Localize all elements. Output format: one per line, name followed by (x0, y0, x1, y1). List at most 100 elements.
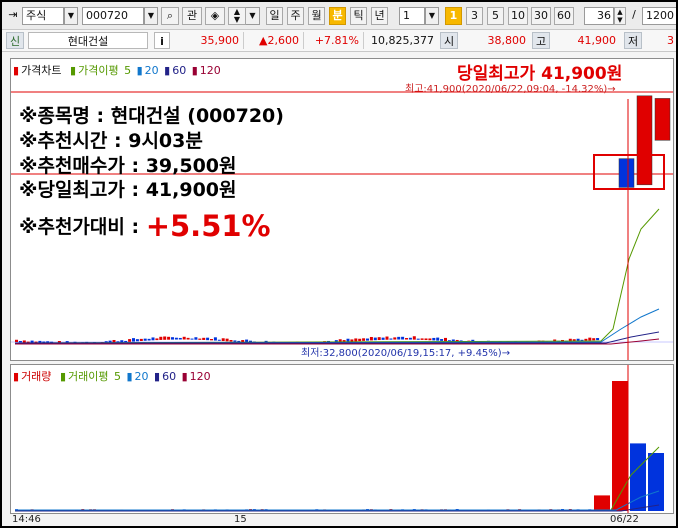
candle-small (588, 337, 592, 341)
period-year-button[interactable]: 년 (371, 7, 388, 25)
price-change: ▲2,600 (246, 32, 304, 49)
slash-text: / (632, 8, 636, 21)
legend-vol-ma60: 60 (162, 370, 177, 383)
candle-small (444, 337, 447, 342)
info-day-high: ※당일최고가 : 41,900원 (19, 179, 237, 201)
volume-bar-recent (594, 495, 610, 511)
legend-ma20: 20 (144, 64, 159, 77)
candle-small (159, 336, 163, 340)
volume-chart-pane[interactable]: ▮ 거래량 ▮ 거래이평 5 ▮ 20 ▮ 60 ▮ 120 (10, 364, 674, 514)
info-icon[interactable]: i (154, 32, 170, 49)
code-input[interactable]: 000720 (82, 7, 144, 25)
candle-small (151, 337, 155, 341)
xaxis-label: 06/22 (610, 514, 639, 525)
period-tick-button[interactable]: 틱 (350, 7, 367, 25)
candle-small (171, 337, 174, 340)
legend-marker-icon: ▮ (136, 64, 143, 77)
chevron-down-icon[interactable]: ▼ (144, 7, 158, 25)
legend-vol-ma5: 5 (113, 370, 121, 383)
chevron-down-icon[interactable]: ▼ (246, 7, 260, 25)
legend-price-label: 가격차트 (21, 64, 62, 77)
volume-value: 10,825,377 (371, 34, 434, 47)
chevron-down-icon[interactable]: ▼ (425, 7, 439, 25)
period-day-button[interactable]: 일 (266, 7, 283, 25)
count-input[interactable]: 36 (584, 7, 614, 25)
candle-small (155, 338, 159, 341)
change-percent: +7.81% (306, 32, 364, 49)
period-minute-button[interactable]: 분 (329, 7, 346, 25)
chart-window: ⇥ 주식 ▼ 000720 ▼ ⌕ 관 ◈ ▲ ▼ ▼ 일 주 월 분 틱 년 1… (2, 2, 676, 526)
period-week-button[interactable]: 주 (287, 7, 304, 25)
candle-small (198, 338, 202, 340)
high-label: 고 (532, 32, 550, 49)
open-label: 시 (440, 32, 458, 49)
candle-small (182, 336, 186, 340)
min-price-annotation: 최저:32,800(2020/06/19,15:17, +9.45%)→ (301, 348, 511, 359)
panel-toggle-icon[interactable]: ⇥ (6, 7, 20, 25)
ma20-line (14, 308, 660, 344)
xaxis-label: 14:46 (12, 514, 41, 525)
legend-marker-icon: ▮ (191, 64, 198, 77)
info-stock-name: ※종목명 : 현대건설 (000720) (19, 105, 284, 127)
candle-small (210, 339, 213, 341)
vol-ma5-line (15, 446, 660, 511)
candle-small (420, 338, 424, 340)
candle-small (412, 336, 416, 340)
candle-small (217, 339, 221, 341)
interval-5-button[interactable]: 5 (487, 7, 504, 25)
interval-input[interactable]: 1 (399, 7, 425, 25)
candle-small (167, 336, 171, 340)
xaxis-label: 15 (234, 514, 247, 525)
candle-small (373, 337, 377, 341)
quote-bar: 신 현대건설 i 35,900 ▲2,600 +7.81% 10,825,377… (2, 30, 676, 52)
price-chart-pane[interactable]: ▮ 가격차트 ▮ 가격이평 5 ▮ 20 ▮ 60 ▮ 120 당일최고가 41,900원… (10, 58, 674, 361)
time-axis: 14:46 15 06/22 (10, 514, 674, 526)
volume-legend: ▮ 거래량 ▮ 거래이평 5 ▮ 20 ▮ 60 ▮ 120 (13, 368, 213, 384)
candle-small (592, 338, 596, 341)
candle-small (124, 340, 128, 343)
total-input[interactable]: 1200 (642, 7, 676, 25)
search-icon[interactable]: ⌕ (161, 7, 179, 25)
interval-3-button[interactable]: 3 (466, 7, 483, 25)
legend-marker-icon: ▮ (13, 370, 20, 383)
interval-60-button[interactable]: 60 (554, 7, 574, 25)
candle-small (18, 340, 22, 343)
legend-marker-icon: ▮ (70, 64, 77, 77)
candle-small (233, 340, 237, 342)
legend-ma5: 5 (124, 64, 132, 77)
candle-small (428, 338, 432, 341)
market-select[interactable]: 주식 (22, 7, 64, 25)
legend-marker-icon: ▮ (154, 370, 161, 383)
open-value: 38,800 (487, 34, 527, 47)
gwan-button[interactable]: 관 (182, 7, 202, 25)
price-legend: ▮ 가격차트 ▮ 가격이평 5 ▮ 20 ▮ 60 ▮ 120 (13, 62, 223, 78)
candle-recent (636, 95, 653, 186)
candle-small (358, 338, 362, 342)
candle-small (366, 338, 369, 341)
legend-marker-icon: ▮ (59, 370, 66, 383)
interval-30-button[interactable]: 30 (531, 7, 551, 25)
info-compare: ※추천가대비 : +5.51% (19, 209, 271, 243)
legend-vol-ma20: 20 (134, 370, 149, 383)
chevron-down-icon[interactable]: ▼ (64, 7, 78, 25)
max-price-annotation: 최고:41,900(2020/06/22,09:04, -14.32%)→ (405, 84, 616, 95)
candle-small (190, 338, 194, 340)
candle-small (408, 337, 412, 340)
stepper-icon[interactable]: ▲ ▼ (228, 7, 246, 25)
sort-icon[interactable]: ◈ (205, 7, 225, 25)
candle-small (186, 337, 190, 340)
candle-small (143, 338, 147, 341)
legend-ma-label: 가격이평 (78, 64, 119, 77)
candle-small (385, 336, 389, 340)
candle-small (120, 340, 124, 343)
count-stepper[interactable]: ▲ ▼ (614, 7, 626, 25)
period-month-button[interactable]: 월 (308, 7, 325, 25)
legend-ma120: 120 (199, 64, 221, 77)
credit-badge: 신 (6, 32, 24, 49)
candle-small (389, 338, 393, 340)
interval-10-button[interactable]: 10 (508, 7, 528, 25)
toolbar: ⇥ 주식 ▼ 000720 ▼ ⌕ 관 ◈ ▲ ▼ ▼ 일 주 월 분 틱 년 1… (2, 2, 676, 30)
interval-1-button[interactable]: 1 (445, 7, 462, 25)
candle-small (206, 337, 210, 341)
info-compare-label: ※추천가대비 : (19, 216, 146, 238)
